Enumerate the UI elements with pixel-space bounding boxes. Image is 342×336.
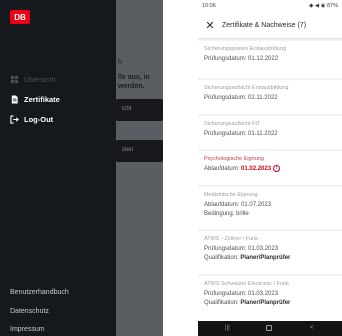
detail-label: Prüfungsdatum: — [204, 56, 247, 62]
link-user-handbook[interactable]: Benutzerhandbuch — [10, 289, 69, 296]
detail-value: 01.07.2023 — [241, 202, 272, 208]
certificate-name: Sicherungsaufsicht Erstausbildung — [204, 85, 289, 91]
status-icons: ◆ ◀ ◉ 87% — [309, 3, 338, 9]
certificate-detail: Prüfungsdatum: 02.11.2022 — [204, 94, 336, 103]
close-icon[interactable]: ✕ — [204, 20, 216, 32]
detail-label: Bedingung: — [204, 210, 235, 217]
background-button: sten — [116, 140, 163, 162]
detail-label: Prüfungsdatum: — [204, 95, 247, 101]
db-logo: DB — [10, 10, 30, 24]
certificate-name: ATWS Schweizer Electronic / Funk — [204, 281, 289, 287]
android-nav-bar: ||| < — [198, 321, 342, 336]
certificate-name: Sicherungsposten Erstausbildung — [204, 46, 286, 52]
detail-value: 01.12.2022 — [248, 56, 279, 62]
certificate-card[interactable]: Sicherungsaufsicht FIT Prüfungsdatum: 01… — [198, 116, 342, 149]
background-text-fragment: lle aus, in — [118, 74, 150, 81]
detail-label: Qualifikation: — [204, 299, 239, 306]
detail-label: Ablaufdatum: — [204, 166, 240, 173]
certificate-detail: Bedingung: brille — [204, 210, 336, 219]
document-icon — [11, 95, 18, 104]
certificate-detail: Ablaufdatum: 01.02.2023! — [204, 165, 336, 174]
detail-label: Prüfungsdatum: — [204, 246, 247, 252]
certificate-name: Sicherungsaufsicht FIT — [204, 121, 261, 127]
detail-value: Planer/Planprüfer — [240, 299, 291, 306]
detail-label: Qualifikation: — [204, 254, 239, 261]
certificate-card[interactable]: Sicherungsposten Erstausbildung Prüfungs… — [198, 41, 342, 78]
app-bar: ✕ Zertifikate & Nachweise (7) — [198, 13, 342, 39]
certificate-detail: Prüfungsdatum: 01.03.2023 — [204, 290, 336, 299]
home-icon — [266, 325, 272, 331]
detail-label: Ablaufdatum: — [204, 202, 240, 208]
left-phone-screen: h lle aus, in werden. icht sten DB Übers… — [0, 0, 163, 336]
right-phone-screen: 10:06 ◆ ◀ ◉ 87% ✕ Zertifikate & Nachweis… — [198, 0, 342, 336]
back-button[interactable]: < — [310, 325, 314, 331]
menu-item-label: Zertifikate — [24, 95, 60, 104]
status-bar: 10:06 ◆ ◀ ◉ 87% — [198, 0, 342, 13]
menu-item-label: Log-Out — [24, 115, 54, 124]
detail-value: 01.03.2023 — [248, 291, 279, 297]
certificate-detail: Ablaufdatum: 01.07.2023 — [204, 201, 336, 210]
grid-icon — [10, 75, 19, 84]
detail-value: 01.11.2022 — [248, 131, 278, 137]
certificate-detail: Prüfungsdatum: 01.03.2023 — [204, 245, 336, 254]
detail-value: 02.11.2022 — [248, 95, 278, 101]
recent-apps-button[interactable]: ||| — [225, 325, 230, 331]
logo-text: DB — [14, 12, 26, 22]
background-button-label: sten — [122, 147, 134, 153]
certificate-card[interactable]: Psychologische Eignung Ablaufdatum: 01.0… — [198, 151, 342, 185]
warning-icon: ! — [273, 165, 281, 172]
certificate-detail: Prüfungsdatum: 01.12.2022 — [204, 55, 336, 64]
status-time: 10:06 — [202, 3, 216, 9]
certificate-detail: Qualifikation: Planer/Planprüfer — [204, 254, 336, 263]
detail-label: Prüfungsdatum: — [204, 131, 247, 137]
detail-value-expiring: 01.02.2023 — [241, 166, 272, 173]
home-button[interactable] — [266, 325, 272, 333]
background-heading-fragment: h — [118, 59, 122, 66]
page-title: Zertifikate & Nachweise (7) — [222, 22, 307, 29]
background-text-fragment: werden. — [118, 83, 145, 90]
menu-item-certificates[interactable]: Zertifikate — [10, 95, 60, 104]
detail-value: 01.03.2023 — [248, 246, 279, 252]
background-button: icht — [116, 99, 163, 121]
certificate-card[interactable]: ATWS Schweizer Electronic / Funk Prüfung… — [198, 276, 342, 321]
certificate-name: ATWS - Zöllner / Funk — [204, 236, 258, 242]
certificate-card[interactable]: Medizinische Eignung Ablaufdatum: 01.07.… — [198, 187, 342, 229]
detail-value: Planer/Planprüfer — [240, 254, 291, 261]
detail-label: Prüfungsdatum: — [204, 291, 247, 297]
certificate-card[interactable]: Sicherungsaufsicht Erstausbildung Prüfun… — [198, 80, 342, 114]
certificate-name: Medizinische Eignung — [204, 192, 258, 198]
background-page-scrim — [116, 0, 163, 336]
certificate-card[interactable]: ATWS - Zöllner / Funk Prüfungsdatum: 01.… — [198, 231, 342, 274]
menu-item-logout[interactable]: Log-Out — [10, 115, 53, 124]
detail-value: brille — [236, 210, 249, 217]
menu-item-label: Übersicht — [24, 75, 56, 84]
link-privacy[interactable]: Datenschutz — [10, 308, 49, 315]
certificate-detail: Prüfungsdatum: 01.11.2022 — [204, 130, 336, 139]
background-button-label: icht — [122, 106, 132, 112]
menu-item-overview[interactable]: Übersicht — [10, 75, 56, 84]
link-imprint[interactable]: Impressum — [10, 326, 45, 333]
navigation-drawer: DB Übersicht Zertifikate Log-Out Benutze… — [0, 0, 116, 336]
certificate-name: Psychologische Eignung — [204, 156, 264, 162]
certificate-detail: Qualifikation: Planer/Planprüfer — [204, 299, 336, 308]
logout-icon — [10, 115, 19, 124]
